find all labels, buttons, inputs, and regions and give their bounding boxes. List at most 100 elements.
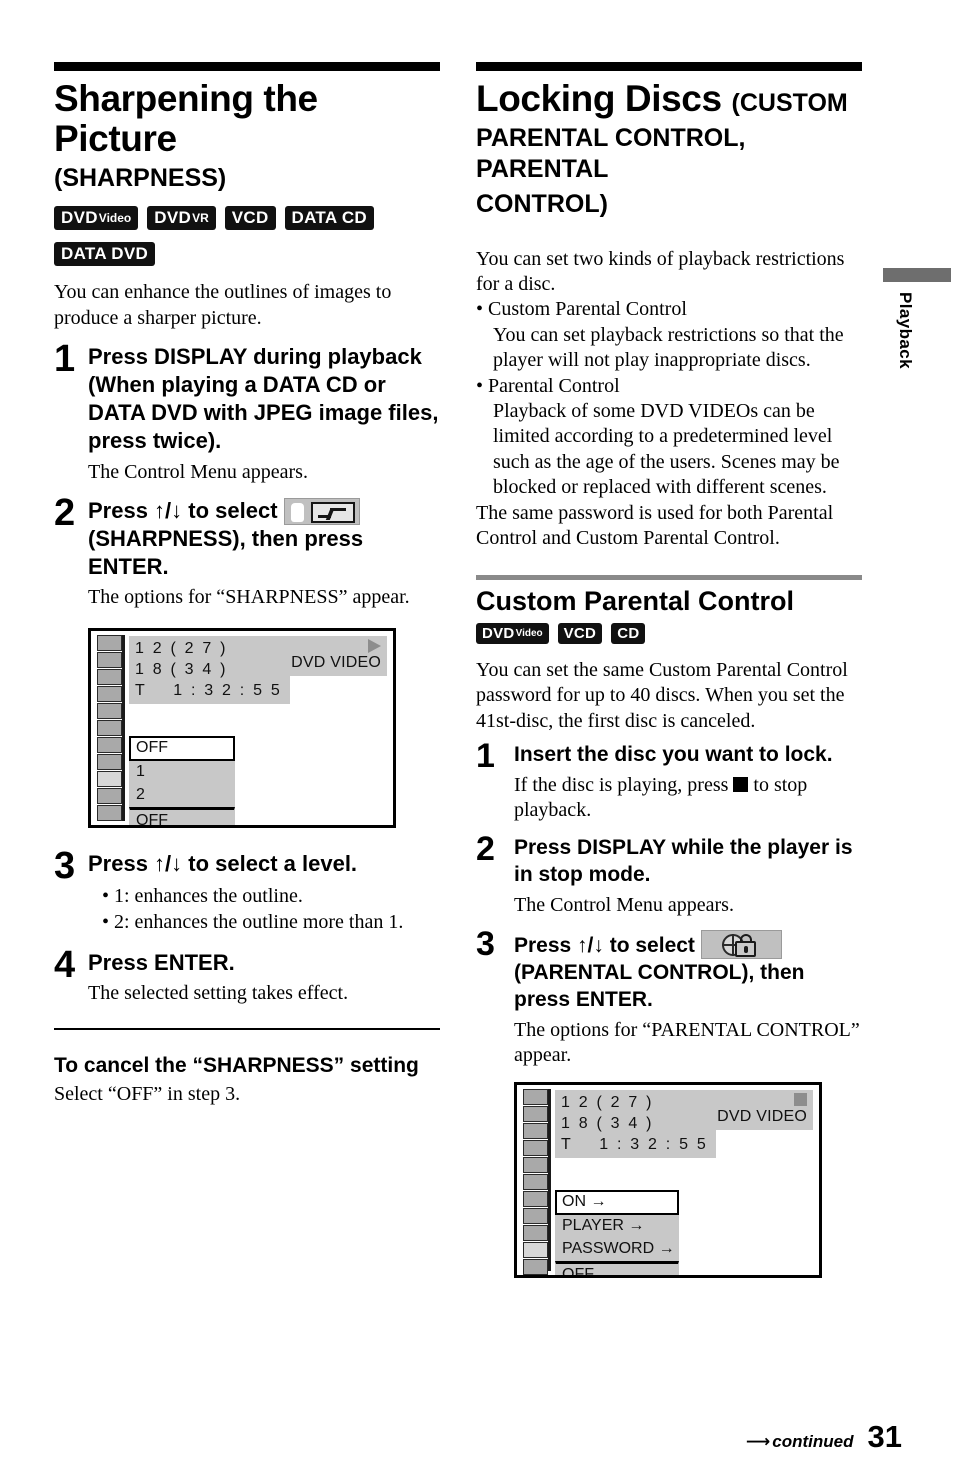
left-step-2-heading: Press ↑/↓ to select (SHARPNESS), then pr… xyxy=(88,497,440,581)
arrow-right-icon: ⟶ xyxy=(745,1432,771,1452)
left-column: Sharpening the Picture (SHARPNESS) DVD Vi… xyxy=(54,62,440,1108)
left-step-1-number: 1 xyxy=(54,337,76,380)
disc-badge-row-right: DVD Video VCD CD xyxy=(476,623,862,645)
left-step-3-bullet-1: • 1: enhances the outline. xyxy=(102,885,303,908)
right-restriction-bullets: • Custom Parental Control You can set pl… xyxy=(476,297,862,500)
osd-disc-type-label-right: DVD VIDEO xyxy=(717,1107,807,1125)
left-top-rule xyxy=(54,62,440,71)
right-bullet-parental: • Parental Control Playback of some DVD … xyxy=(476,374,862,501)
left-step-2-note: The options for “SHARPNESS” appear. xyxy=(88,586,410,609)
section-badge-vcd: VCD xyxy=(557,623,603,645)
right-step-3-heading-part2: (PARENTAL CONTROL), then press ENTER. xyxy=(514,960,805,1011)
right-step-3: 3 Press ↑/↓ to select (PARENTAL CONTROL)… xyxy=(476,924,862,1068)
section-intro-text: You can set the same Custom Parental Con… xyxy=(476,659,848,732)
disc-badge-row-left: DVD Video DVD VR VCD DATA CD xyxy=(54,206,440,231)
section-title-custom-parental-control: Custom Parental Control xyxy=(476,586,795,617)
disc-badge-data-dvd: DATA DVD xyxy=(54,242,156,267)
right-column: Locking Discs (CUSTOM PARENTAL CONTROL, … xyxy=(476,62,862,1278)
osd-option-selected-right[interactable]: ON → xyxy=(555,1189,679,1215)
stop-icon xyxy=(733,777,749,793)
osd-option-menu-left: OFF 1 2 OFF xyxy=(129,736,235,826)
left-step-4-note: The selected setting takes effect. xyxy=(88,982,349,1005)
right-step-2-number: 2 xyxy=(476,830,495,869)
osd-option-menu-right: ON → PLAYER → PASSWORD → OFF xyxy=(555,1189,679,1275)
right-step-3-note: The options for “PARENTAL CONTROL” appea… xyxy=(514,1018,860,1066)
right-bullet-2-text: Playback of some DVD VIDEOs can be limit… xyxy=(493,400,840,499)
page-subtitle: (SHARPNESS) xyxy=(54,163,227,192)
osd-strip-rail-left xyxy=(122,635,125,822)
parental-control-osd-screenshot: 1 2 ( 2 7 ) 1 8 ( 3 4 ) T 1 : 3 2 : 5 5 … xyxy=(514,1081,822,1278)
right-title-paren: (CUSTOM xyxy=(731,89,848,117)
right-step-2-heading: Press DISPLAY while the player is in sto… xyxy=(514,836,853,886)
section-badge-cd: CD xyxy=(611,623,646,645)
osd-strip-rail-right xyxy=(548,1088,551,1271)
section-side-tab: Playback xyxy=(883,268,951,369)
left-step-2: 2 Press ↑/↓ to select (SHARPNESS), then … xyxy=(54,493,440,610)
disc-badge-dvd-vr: DVD VR xyxy=(147,206,216,231)
osd-info-block-left: 1 2 ( 2 7 ) 1 8 ( 3 4 ) T 1 : 3 2 : 5 5 xyxy=(129,636,290,705)
page-number: 31 xyxy=(867,1419,902,1454)
manual-page: Sharpening the Picture (SHARPNESS) DVD Vi… xyxy=(0,0,954,1483)
disc-badge-dvd-video: DVD Video xyxy=(54,206,139,231)
page-title: Sharpening the Picture xyxy=(54,78,318,159)
left-step-3-bullets: • 1: enhances the outline. • 2: enhances… xyxy=(88,884,440,935)
parental-control-icon xyxy=(700,929,782,959)
disc-badge-vcd: VCD xyxy=(224,206,276,231)
left-step-1: 1 Press DISPLAY during playback (When pl… xyxy=(54,337,440,485)
left-step-4-number: 4 xyxy=(54,943,76,986)
osd-icon-strip-right xyxy=(523,1088,548,1275)
left-step-1-note: The Control Menu appears. xyxy=(88,460,308,483)
continued-label: ⟶ continued xyxy=(745,1432,854,1452)
side-tab-label: Playback xyxy=(896,292,915,369)
right-bullet-1-title: • Custom Parental Control xyxy=(476,298,687,321)
section-badge-dvd-video: DVD Video xyxy=(476,623,549,645)
osd-option-left-1[interactable]: 1 xyxy=(129,761,235,785)
right-intro-text: You can set two kinds of playback restri… xyxy=(476,247,845,296)
left-step-2-heading-part2: (SHARPNESS), then press ENTER. xyxy=(88,525,364,579)
right-top-rule xyxy=(476,62,862,71)
left-step-3: 3 Press ↑/↓ to select a level. • 1: enha… xyxy=(54,845,440,935)
right-closing-text: The same password is used for both Paren… xyxy=(476,501,834,549)
right-step-1: 1 Insert the disc you want to lock. If t… xyxy=(476,737,862,823)
page-footer: ⟶ continued 31 xyxy=(746,1419,902,1455)
osd-disc-type-label-left: DVD VIDEO xyxy=(291,654,381,672)
stop-state-icon xyxy=(717,1092,807,1107)
right-step-2-note: The Control Menu appears. xyxy=(514,893,734,916)
cancel-sharpness-body: Select “OFF” in step 3. xyxy=(54,1083,241,1106)
left-divider-rule xyxy=(54,1028,440,1031)
osd-disc-block-right: DVD VIDEO xyxy=(711,1089,813,1130)
osd-icon-strip-left xyxy=(97,635,122,822)
left-step-3-heading: Press ↑/↓ to select a level. xyxy=(88,851,358,877)
osd-option-right-password[interactable]: PASSWORD → xyxy=(555,1237,679,1261)
right-bullet-2-title: • Parental Control xyxy=(476,374,620,397)
osd-current-value-left: OFF xyxy=(129,807,235,826)
section-divider-rule xyxy=(476,575,862,581)
left-step-2-heading-part1: Press ↑/↓ to select xyxy=(88,497,278,523)
osd-option-selected-left[interactable]: OFF xyxy=(129,736,235,762)
osd-current-value-right: OFF xyxy=(555,1260,679,1275)
osd-disc-block-left: DVD VIDEO xyxy=(285,636,387,677)
side-tab-bar xyxy=(883,268,951,282)
right-step-1-note-part1: If the disc is playing, press xyxy=(514,774,729,797)
right-step-3-heading: Press ↑/↓ to select (PARENTAL CONTROL), … xyxy=(514,929,862,1014)
right-step-2: 2 Press DISPLAY while the player is in s… xyxy=(476,830,862,918)
right-bullet-custom-parental: • Custom Parental Control You can set pl… xyxy=(476,297,862,373)
right-step-1-heading: Insert the disc you want to lock. xyxy=(514,743,833,767)
left-step-4: 4 Press ENTER. The selected setting take… xyxy=(54,943,440,1006)
play-icon xyxy=(291,639,381,654)
right-step-1-note: If the disc is playing, press to stop pl… xyxy=(514,773,862,823)
osd-option-right-player[interactable]: PLAYER → xyxy=(555,1214,679,1238)
sharpness-icon xyxy=(283,497,360,525)
right-step-3-heading-part1: Press ↑/↓ to select xyxy=(514,933,695,957)
right-step-1-number: 1 xyxy=(476,737,495,776)
disc-badge-data-cd: DATA CD xyxy=(284,206,374,231)
right-title-main: Locking Discs xyxy=(476,78,722,119)
left-step-3-number: 3 xyxy=(54,845,76,888)
osd-option-left-2[interactable]: 2 xyxy=(129,784,235,808)
right-step-3-number: 3 xyxy=(476,924,495,963)
cancel-sharpness-heading: To cancel the “SHARPNESS” setting xyxy=(54,1054,419,1078)
right-title-line3: CONTROL) xyxy=(476,190,608,219)
left-step-1-heading: Press DISPLAY during playback (When play… xyxy=(88,343,439,454)
sharpness-osd-screenshot: 1 2 ( 2 7 ) 1 8 ( 3 4 ) T 1 : 3 2 : 5 5 … xyxy=(88,628,396,829)
right-title-line2: PARENTAL CONTROL, PARENTAL xyxy=(476,123,746,184)
